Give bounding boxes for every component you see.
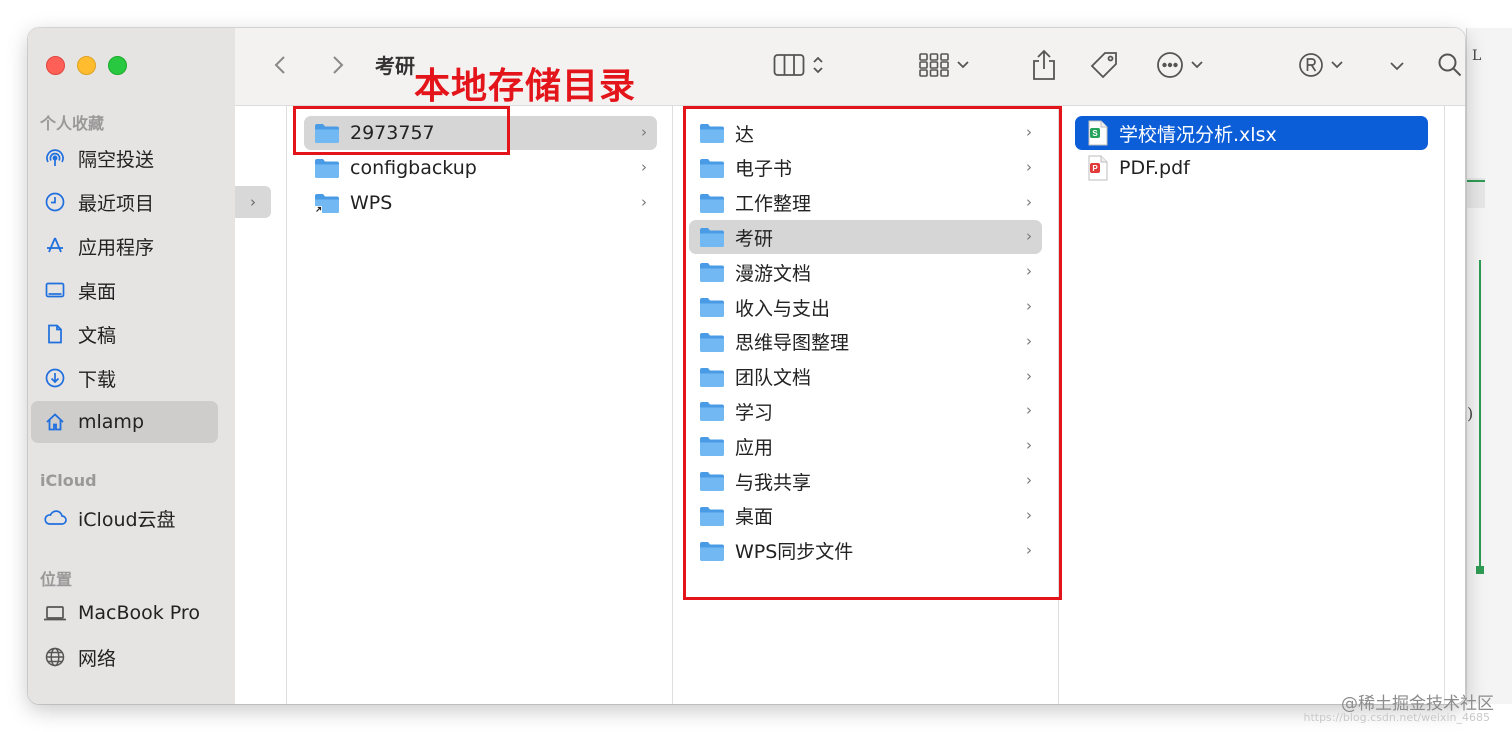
folder-name: WPS (350, 191, 393, 214)
chevron-left-icon (274, 56, 285, 74)
folder-row[interactable]: configbackup › (304, 151, 657, 185)
svg-text:S: S (1092, 129, 1098, 138)
ellipsis-circle-icon (1157, 52, 1183, 78)
annotation-label: 本地存储目录 (414, 66, 637, 107)
action-menu-button[interactable] (1150, 48, 1210, 82)
group-grid-icon (919, 53, 949, 77)
background-cell (1467, 178, 1485, 208)
group-button[interactable] (910, 48, 978, 82)
sidebar-item-label: iCloud云盘 (78, 508, 176, 531)
sidebar-item-downloads[interactable]: 下载 (31, 357, 218, 399)
share-icon (1033, 49, 1055, 80)
cloud-icon (41, 504, 69, 532)
sidebar-item-label: MacBook Pro (78, 602, 200, 624)
laptop-icon (41, 599, 69, 627)
annotation-box-subfolders (683, 106, 1062, 600)
chevron-down-icon (1191, 61, 1203, 69)
sidebar: 个人收藏 隔空投送 最近项目 应用程序 桌面 文稿 下载 mlamp iClou… (28, 28, 235, 704)
back-button[interactable] (265, 50, 295, 80)
background-window-edge: L ) (1466, 28, 1512, 704)
folder-icon (314, 192, 340, 214)
background-cell-border (1467, 180, 1485, 182)
sidebar-item-network[interactable]: 网络 (31, 636, 218, 678)
clock-icon (41, 188, 69, 216)
folder-name: configbackup (350, 156, 477, 179)
pdf-file-icon: P (1087, 155, 1109, 181)
sidebar-item-label: mlamp (78, 411, 144, 433)
columns-view-icon (773, 54, 805, 76)
sidebar-section-locations: 位置 (40, 570, 73, 589)
search-icon (1438, 53, 1462, 77)
globe-icon (41, 643, 69, 671)
spreadsheet-file-icon: S (1087, 120, 1109, 146)
home-icon (41, 408, 69, 436)
column-1: 2973757 › configbackup › WPS › (288, 106, 673, 704)
file-row[interactable]: S 学校情况分析.xlsx (1075, 116, 1428, 150)
background-selection-line (1479, 260, 1481, 570)
folder-icon (314, 157, 340, 179)
view-mode-button[interactable] (765, 48, 833, 82)
sidebar-item-recents[interactable]: 最近项目 (31, 181, 218, 223)
minimize-button[interactable] (77, 56, 96, 75)
column-3: S 学校情况分析.xlsx P PDF.pdf (1059, 106, 1445, 704)
forward-button[interactable] (323, 50, 353, 80)
tag-icon (1090, 52, 1117, 79)
watermark-url: https://blog.csdn.net/weixin_4685 (1303, 711, 1490, 724)
background-window-glyph: ) (1467, 404, 1474, 423)
sidebar-item-macbook-pro[interactable]: MacBook Pro (31, 592, 218, 634)
svg-text:P: P (1092, 164, 1098, 173)
desktop-icon (41, 276, 69, 304)
window-title: 考研 (375, 54, 415, 78)
sidebar-item-documents[interactable]: 文稿 (31, 313, 218, 355)
extension-button[interactable] (1293, 48, 1349, 82)
more-toolbar-items-button[interactable] (1385, 54, 1409, 78)
folder-row[interactable]: WPS › (304, 186, 657, 220)
file-name: PDF.pdf (1119, 156, 1190, 179)
chevron-right-icon: › (641, 192, 647, 211)
sidebar-item-label: 桌面 (78, 280, 117, 303)
chevron-right-icon: › (641, 123, 647, 141)
airdrop-icon (41, 144, 69, 172)
sidebar-item-label: 应用程序 (78, 236, 155, 259)
search-button[interactable] (1433, 48, 1465, 82)
sidebar-item-airdrop[interactable]: 隔空投送 (31, 137, 218, 179)
file-row[interactable]: P PDF.pdf (1075, 151, 1428, 185)
sidebar-item-label: 隔空投送 (78, 148, 155, 171)
sidebar-item-label: 最近项目 (78, 192, 155, 215)
tags-button[interactable] (1085, 46, 1123, 84)
chevron-down-icon (1331, 61, 1343, 69)
sidebar-item-label: 下载 (78, 368, 117, 391)
registered-icon (1299, 53, 1323, 77)
chevron-updown-icon (813, 56, 823, 74)
sidebar-item-label: 网络 (78, 647, 117, 670)
sidebar-item-icloud-drive[interactable]: iCloud云盘 (31, 497, 218, 539)
chevron-right-icon: › (641, 157, 647, 176)
download-icon (41, 364, 69, 392)
column-0: › (235, 106, 287, 704)
share-button[interactable] (1025, 46, 1063, 84)
annotation-box-storage-folder (293, 106, 510, 155)
background-selection-handle (1476, 566, 1484, 574)
sidebar-item-label: 文稿 (78, 324, 117, 347)
sidebar-item-desktop[interactable]: 桌面 (31, 269, 218, 311)
sidebar-section-favorites: 个人收藏 (40, 114, 105, 133)
applications-icon (41, 232, 69, 260)
chevron-down-icon (957, 61, 969, 69)
sidebar-item-home[interactable]: mlamp (31, 401, 218, 443)
document-icon (41, 320, 69, 348)
zoom-button[interactable] (108, 56, 127, 75)
close-button[interactable] (46, 56, 65, 75)
chevron-right-icon (333, 56, 344, 74)
chevron-down-icon (1390, 62, 1404, 71)
file-name: 学校情况分析.xlsx (1119, 123, 1277, 146)
sidebar-item-applications[interactable]: 应用程序 (31, 225, 218, 267)
sidebar-section-icloud: iCloud (40, 471, 97, 490)
background-window-glyph: L (1472, 48, 1482, 64)
column-0-selected-item[interactable]: › (235, 186, 271, 218)
